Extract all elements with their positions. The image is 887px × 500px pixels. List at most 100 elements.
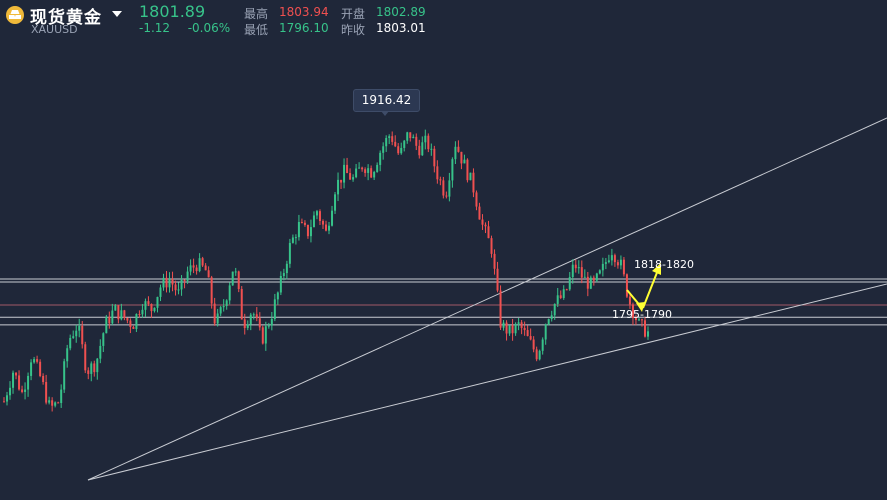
- candle-body: [213, 303, 216, 324]
- candle-body: [550, 315, 553, 320]
- candle-body: [282, 273, 285, 277]
- candle-body: [270, 319, 273, 326]
- candle-body: [394, 141, 397, 147]
- peak-price-label: 1916.42: [361, 93, 412, 107]
- candle-body: [84, 344, 87, 371]
- candle-body: [358, 167, 361, 169]
- candle-body: [75, 330, 78, 337]
- candle-body: [189, 265, 192, 272]
- candle-body: [9, 387, 12, 396]
- candle-body: [439, 179, 442, 181]
- candle-body: [361, 167, 364, 170]
- candle-body: [436, 166, 439, 180]
- peak-pointer-icon: [381, 111, 389, 116]
- candle-body: [225, 300, 228, 306]
- candle-body: [496, 268, 499, 291]
- candle-body: [309, 227, 312, 237]
- candle-body: [234, 271, 237, 273]
- candle-body: [595, 273, 598, 281]
- candle-body: [72, 336, 75, 338]
- candle-body: [39, 361, 42, 377]
- candle-body: [463, 159, 466, 164]
- candle-body: [288, 242, 291, 264]
- candle-body: [622, 259, 625, 275]
- candle-body: [93, 363, 96, 373]
- resistance-annotation: 1818-1820: [634, 258, 694, 271]
- candle-body: [457, 146, 460, 152]
- candle-body: [138, 313, 141, 315]
- candle-body: [231, 271, 234, 286]
- candle-body: [448, 180, 451, 197]
- candle-body: [192, 265, 195, 268]
- candle-body: [469, 172, 472, 181]
- candle-body: [562, 289, 565, 298]
- candle-body: [105, 316, 108, 334]
- candle-body: [397, 146, 400, 154]
- candle-body: [165, 277, 168, 288]
- candle-body: [619, 259, 622, 266]
- candle-body: [111, 310, 114, 324]
- candle-body: [625, 274, 628, 297]
- candle-body: [21, 389, 24, 392]
- candle-body: [334, 194, 337, 211]
- candle-body: [66, 348, 69, 362]
- candle-body: [243, 319, 246, 329]
- candle-body: [355, 168, 358, 178]
- candle-body: [210, 277, 213, 304]
- candle-body: [318, 211, 321, 221]
- candle-body: [454, 146, 457, 160]
- candle-body: [48, 400, 51, 403]
- candle-body: [279, 276, 282, 293]
- candle-body: [240, 289, 243, 320]
- candle-body: [96, 358, 99, 373]
- candle-body: [6, 395, 9, 402]
- candle-body: [328, 225, 331, 231]
- candle-body: [379, 152, 382, 165]
- candle-body: [126, 317, 129, 321]
- candle-body: [252, 314, 255, 316]
- candle-body: [45, 381, 48, 403]
- candle-body: [499, 290, 502, 328]
- candle-body: [57, 402, 60, 404]
- arrow-up-line: [642, 269, 659, 309]
- candle-body: [583, 276, 586, 278]
- candle-body: [24, 389, 27, 392]
- candle-body: [78, 325, 81, 331]
- candle-body: [553, 303, 556, 316]
- candle-body: [580, 267, 583, 278]
- candle-body: [60, 389, 63, 404]
- candle-body: [406, 132, 409, 141]
- candle-body: [132, 327, 135, 329]
- candle-body: [442, 180, 445, 196]
- candle-body: [331, 210, 334, 226]
- candle-body: [297, 221, 300, 238]
- candle-body: [346, 164, 349, 174]
- candle-body: [246, 324, 249, 329]
- candle-body: [538, 350, 541, 360]
- candle-body: [412, 136, 415, 139]
- candle-body: [120, 310, 123, 320]
- candle-body: [264, 326, 267, 344]
- candle-body: [198, 258, 201, 272]
- peak-price-tag: 1916.42: [353, 89, 420, 112]
- candle-body: [249, 314, 252, 325]
- candle-body: [385, 138, 388, 147]
- candle-body: [36, 359, 39, 362]
- candle-body: [415, 136, 418, 146]
- candle-body: [150, 303, 153, 312]
- candle-body: [228, 285, 231, 301]
- candle-body: [144, 301, 147, 310]
- candle-body: [349, 173, 352, 180]
- candle-body: [391, 136, 394, 142]
- candle-body: [261, 327, 264, 344]
- candle-body: [589, 277, 592, 289]
- candle-body: [487, 226, 490, 239]
- candle-body: [321, 220, 324, 225]
- candle-body: [153, 307, 156, 312]
- candle-body: [607, 260, 610, 263]
- candle-body: [69, 337, 72, 349]
- candle-body: [303, 222, 306, 225]
- candle-body: [237, 271, 240, 290]
- price-chart[interactable]: [0, 0, 887, 500]
- candle-body: [574, 264, 577, 269]
